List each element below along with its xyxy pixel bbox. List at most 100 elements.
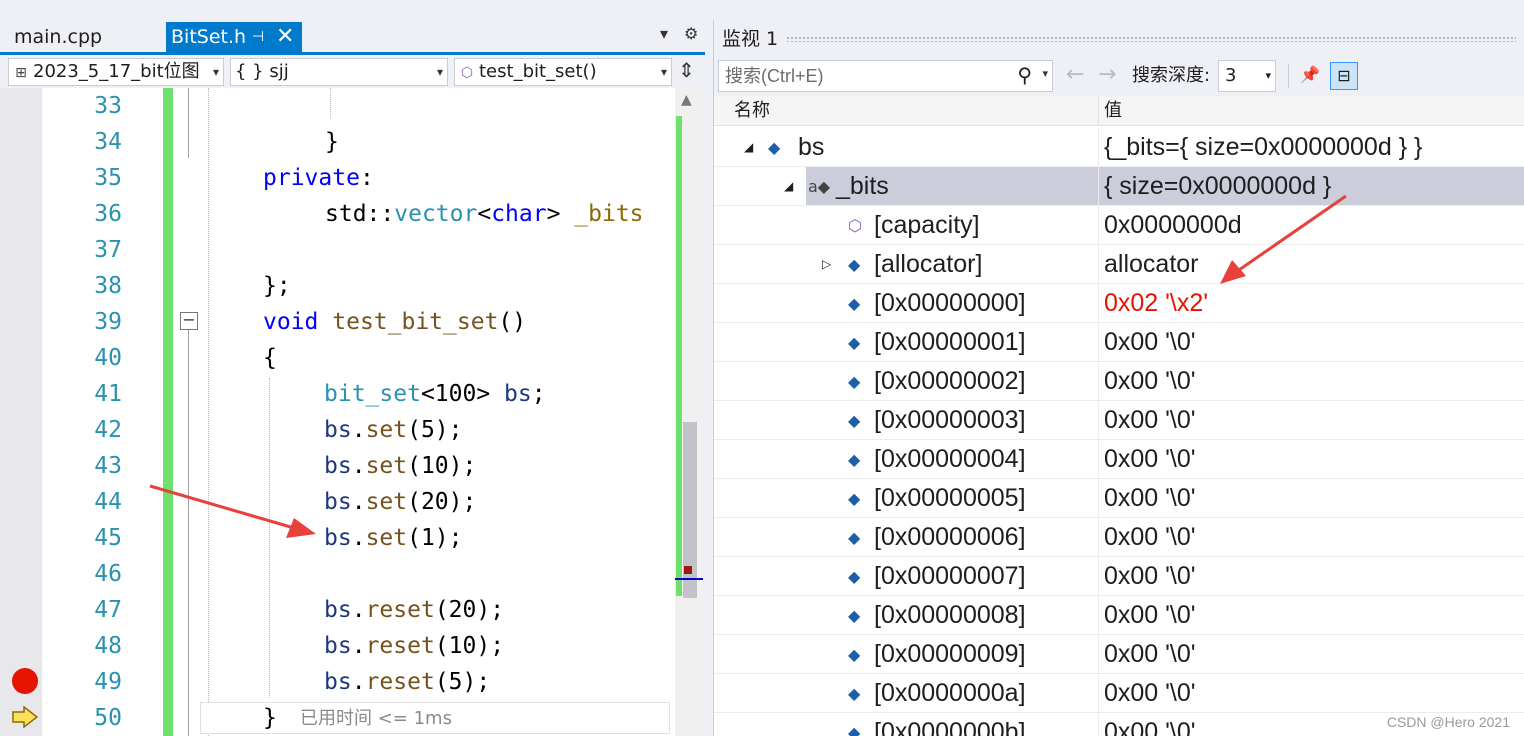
collapse-icon[interactable]: − [180,312,198,330]
watch-row-bs[interactable]: ◢ ◆ bs {_bits={ size=0x0000000d } } [714,128,1524,167]
watch-row-element[interactable]: ◆ [0x00000006] 0x00 '\0' [714,518,1524,557]
watch-row-element[interactable]: ◆ [0x00000001] 0x00 '\0' [714,323,1524,362]
watch-toolbar: ⚲ ▾ ← → 搜索深度: 3 ▾ 📌 ⊟ [714,56,1524,96]
column-divider [1098,713,1099,736]
arrow-right-icon[interactable]: → [1098,64,1116,86]
expand-arrow-icon[interactable]: ▷ [822,245,831,284]
view-as-tab-icon[interactable]: ⊟ [1330,62,1358,90]
watch-name: [0x00000000] [874,289,1026,317]
watch-name: [0x00000009] [874,640,1026,668]
perf-tip[interactable]: 已用时间 <= 1ms [300,706,452,732]
watch-row-element[interactable]: ◆ [0x00000009] 0x00 '\0' [714,635,1524,674]
line-number: 34 [94,129,122,155]
pin-icon[interactable]: ⊣ [252,22,264,52]
code-line-50: } [263,705,277,731]
watch-value[interactable]: 0x00 '\0' [1104,518,1196,557]
variable-icon: ◆ [848,684,861,703]
line-number: 46 [94,561,122,587]
line-number: 35 [94,165,122,191]
watch-window: 监视 1 ⚲ ▾ ← → 搜索深度: 3 ▾ 📌 ⊟ 名称 值 ◢ ◆ bs {… [713,20,1524,736]
breakpoint-icon[interactable] [12,668,38,694]
watch-row-element[interactable]: ◆ [0x00000000] 0x02 '\x2' [714,284,1524,323]
watch-value[interactable]: 0x00 '\0' [1104,323,1196,362]
watch-row-element[interactable]: ◆ [0x00000008] 0x00 '\0' [714,596,1524,635]
line-number: 44 [94,489,122,515]
watch-value[interactable]: 0x0000000d [1104,206,1242,245]
watch-row-element[interactable]: ◆ [0x00000005] 0x00 '\0' [714,479,1524,518]
column-divider [1098,518,1099,557]
watch-value[interactable]: 0x00 '\0' [1104,596,1196,635]
watch-value[interactable]: 0x00 '\0' [1104,635,1196,674]
watch-value[interactable]: { size=0x0000000d } [1104,167,1331,206]
outline-line [188,330,189,736]
variable-icon: ◆ [848,528,861,547]
watch-row-element[interactable]: ◆ [0x00000002] 0x00 '\0' [714,362,1524,401]
watch-name: [capacity] [874,211,980,239]
pin-filter-icon[interactable]: 📌 [1296,62,1324,90]
watch-row-allocator[interactable]: ▷ ◆ [allocator] allocator [714,245,1524,284]
watch-name: [0x00000001] [874,328,1026,356]
column-divider [1098,128,1099,167]
watch-value[interactable]: allocator [1104,245,1199,284]
variable-icon: ◆ [848,606,861,625]
navigation-bar: ⊞ 2023_5_17_bit位图 ▾ { } sjj ▾ ⬡ test_bit_s… [0,56,705,88]
watch-name: [allocator] [874,250,983,278]
column-header-value[interactable]: 值 [1104,98,1122,124]
watch-value[interactable]: {_bits={ size=0x0000000d } } [1104,128,1422,167]
project-combo[interactable]: ⊞ 2023_5_17_bit位图 ▾ [8,58,224,86]
code-text-area[interactable]: 33 34 35 36 37 38 39 40 41 42 43 44 45 4… [0,88,675,736]
tab-dropdown-icon[interactable]: ▾ [660,24,668,43]
column-header-name[interactable]: 名称 [734,98,770,124]
watch-value-changed[interactable]: 0x02 '\x2' [1104,284,1208,323]
watch-row-element[interactable]: ◆ [0x00000004] 0x00 '\0' [714,440,1524,479]
scroll-up-icon[interactable]: ▲ [681,92,692,108]
collapse-arrow-icon[interactable]: ◢ [744,128,753,167]
watch-value[interactable]: 0x00 '\0' [1104,440,1196,479]
column-divider[interactable] [1098,96,1099,126]
arrow-left-icon[interactable]: ← [1066,64,1084,86]
watch-row-element[interactable]: ◆ [0x0000000a] 0x00 '\0' [714,674,1524,713]
column-divider [1098,479,1099,518]
line-number: 33 [94,93,122,119]
column-divider [1098,362,1099,401]
gear-icon[interactable]: ⚙ [684,24,698,43]
tab-main-cpp[interactable]: main.cpp [0,22,162,52]
line-number: 36 [94,201,122,227]
watch-name: [0x00000007] [874,562,1026,590]
watch-name: [0x00000004] [874,445,1026,473]
search-depth-value: 3 [1225,65,1237,86]
editor-scrollbar[interactable]: ▲ [675,88,703,736]
watch-row-element[interactable]: ◆ [0x00000003] 0x00 '\0' [714,401,1524,440]
search-depth-combo[interactable]: 3 ▾ [1218,60,1276,92]
watch-value[interactable]: 0x00 '\0' [1104,362,1196,401]
watch-value[interactable]: 0x00 '\0' [1104,674,1196,713]
member-combo-label: test_bit_set() [479,61,597,82]
search-icon[interactable]: ⚲ [1017,63,1032,87]
code-line-38: }; [263,273,291,299]
column-divider [1098,557,1099,596]
collapse-arrow-icon[interactable]: ◢ [784,167,793,206]
search-box[interactable]: ⚲ ▾ [718,60,1053,92]
search-input[interactable] [725,63,1005,89]
split-window-icon[interactable]: ⇕ [678,58,695,82]
watch-row-capacity[interactable]: ⬡ [capacity] 0x0000000d [714,206,1524,245]
watch-value[interactable]: 0x00 '\0' [1104,713,1196,736]
variable-icon: ◆ [848,645,861,664]
tab-bitset-h[interactable]: BitSet.h ⊣ ✕ [166,22,302,52]
watch-value[interactable]: 0x00 '\0' [1104,479,1196,518]
chevron-down-icon[interactable]: ▾ [1042,67,1048,80]
code-line-35: private: [263,165,374,191]
scope-combo[interactable]: { } sjj ▾ [230,58,448,86]
variable-icon: ◆ [848,294,861,313]
watch-title: 监视 1 [722,28,779,50]
close-icon[interactable]: ✕ [276,22,294,52]
watch-row-bits[interactable]: ◢ a◆ _bits { size=0x0000000d } [714,167,1524,206]
variable-icon: ◆ [848,450,861,469]
watch-row-element[interactable]: ◆ [0x00000007] 0x00 '\0' [714,557,1524,596]
member-combo[interactable]: ⬡ test_bit_set() ▾ [454,58,672,86]
watch-value[interactable]: 0x00 '\0' [1104,557,1196,596]
watch-title-bar[interactable]: 监视 1 [714,20,1524,56]
watch-value[interactable]: 0x00 '\0' [1104,401,1196,440]
glyph-margin[interactable] [0,88,42,736]
indent-guide [269,378,270,698]
